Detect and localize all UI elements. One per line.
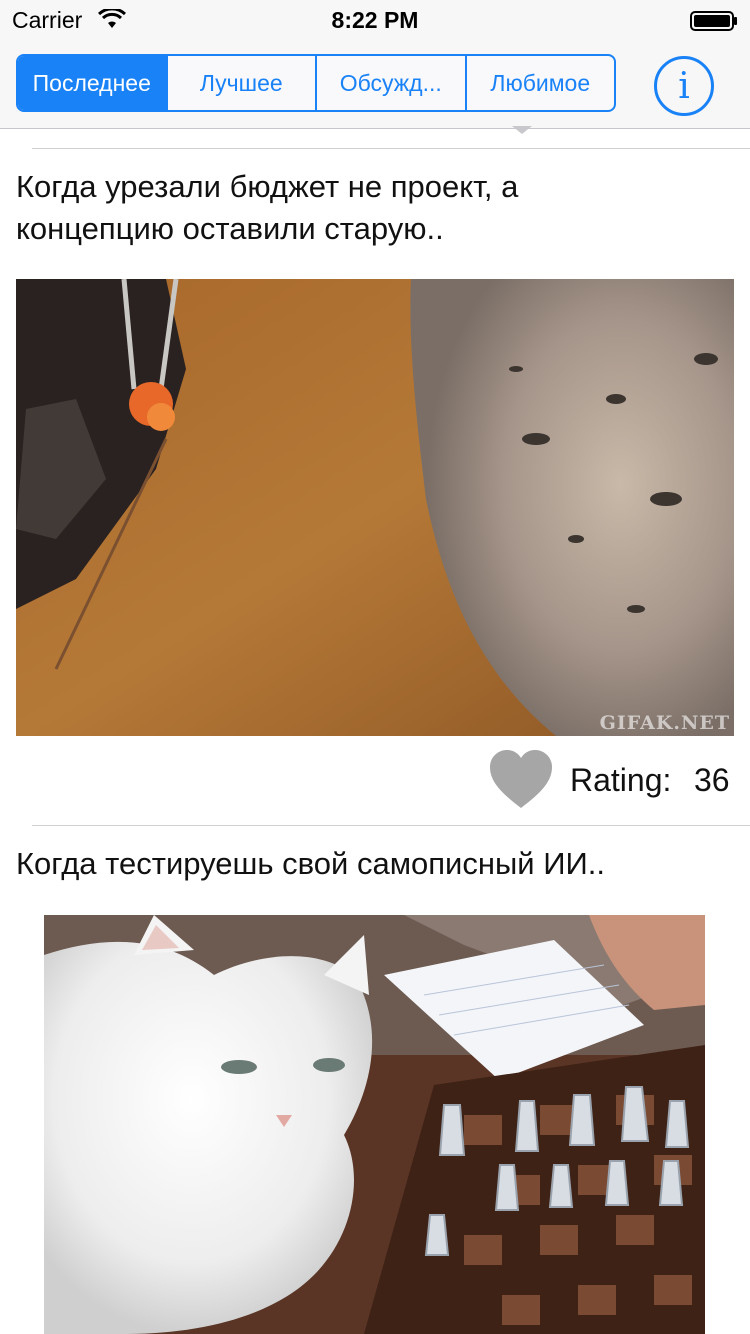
divider — [32, 825, 750, 826]
tab-favorites[interactable]: Любимое — [467, 56, 615, 110]
divider — [32, 148, 750, 149]
watermark: GIFAK.NET — [599, 712, 730, 734]
tab-best[interactable]: Лучшее — [168, 56, 317, 110]
tab-discussed[interactable]: Обсужд... — [317, 56, 467, 110]
rating-label: Rating: — [570, 762, 672, 798]
rating-value: 36 — [694, 762, 730, 798]
post-gif-frame — [44, 915, 705, 1334]
post-title: Когда тестируешь свой самописный ИИ.. — [16, 846, 605, 881]
dropdown-indicator — [512, 126, 532, 134]
battery-icon — [690, 11, 737, 31]
tab-latest[interactable]: Последнее — [18, 56, 168, 110]
post-image[interactable]: GIFAK.NET — [16, 279, 734, 736]
status-time: 8:22 PM — [331, 7, 419, 33]
heart-icon[interactable] — [488, 748, 554, 810]
post-gif-frame — [16, 279, 734, 736]
feed-segmented-control: Последнее Лучшее Обсужд... Любимое — [16, 54, 616, 112]
post-image[interactable] — [44, 915, 705, 1334]
info-button[interactable]: i — [654, 56, 714, 116]
info-icon: i — [678, 65, 690, 107]
status-bar: Carrier 8:22 PM — [0, 0, 750, 40]
post-title: Когда урезали бюджет не проект, а концеп… — [16, 169, 519, 246]
nav-bar: Последнее Лучшее Обсужд... Любимое i — [0, 40, 750, 129]
